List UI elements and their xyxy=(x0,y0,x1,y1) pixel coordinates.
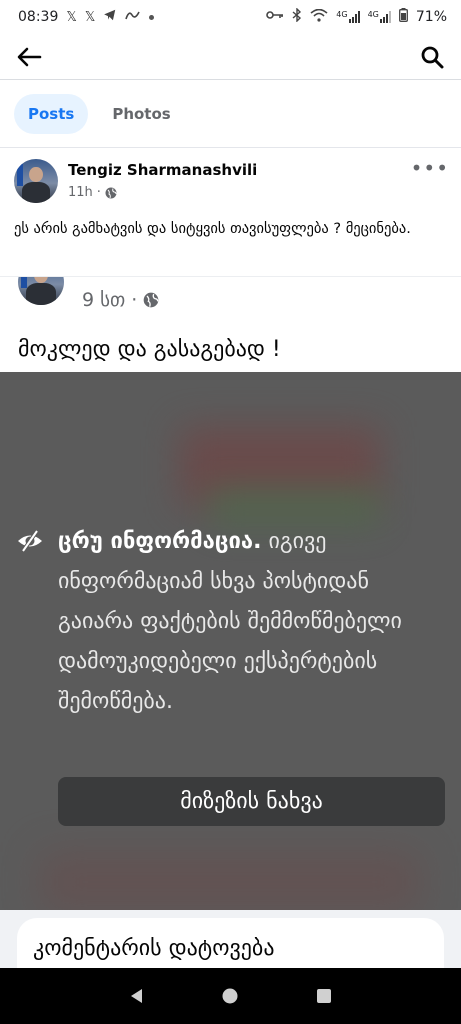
status-time: 08:39 xyxy=(18,9,59,25)
post-time[interactable]: 11h xyxy=(68,185,93,200)
separator-dot: · xyxy=(96,185,101,200)
false-information-overlay: ცრუ ინფორმაცია. იგივე ინფორმაციამ სხვა პ… xyxy=(0,372,461,910)
app-notification-icon xyxy=(125,9,141,25)
network-label: 4G xyxy=(367,10,379,19)
fact-check-body: იგივე ინფორმაციამ სხვა პოსტიდან გაიარა ფ… xyxy=(58,529,402,714)
nav-back-button[interactable] xyxy=(122,981,152,1011)
network-label: 4G xyxy=(336,10,348,19)
shared-post-text: მოკლედ და გასაგებად ! xyxy=(18,337,281,362)
globe-icon xyxy=(105,187,117,198)
shared-post-avatar[interactable] xyxy=(18,277,64,305)
arrow-left-icon xyxy=(17,47,42,66)
recents-square-icon xyxy=(317,989,332,1003)
status-bar: 08:39 𝕏 𝕏 4G 4G 71% xyxy=(0,0,461,34)
fact-check-message: ცრუ ინფორმაცია. იგივე ინფორმაციამ სხვა პ… xyxy=(58,522,448,722)
eye-off-icon xyxy=(18,529,42,553)
shared-post-meta: 9 სთ · xyxy=(82,289,159,311)
post-author[interactable]: Tengiz Sharmanashvili xyxy=(68,161,257,179)
battery-percent: 71% xyxy=(415,9,447,25)
avatar[interactable] xyxy=(14,159,58,203)
nav-home-button[interactable] xyxy=(215,981,245,1011)
blurred-image-part xyxy=(210,487,380,527)
wifi-icon xyxy=(310,8,328,26)
x-icon: 𝕏 xyxy=(66,9,77,25)
see-why-button[interactable]: მიზეზის ნახვა xyxy=(58,777,445,826)
tab-posts[interactable]: Posts xyxy=(14,93,89,134)
home-circle-icon xyxy=(222,988,238,1004)
x-icon-2: 𝕏 xyxy=(84,9,96,25)
status-bar-left: 08:39 𝕏 𝕏 xyxy=(18,8,155,26)
search-icon xyxy=(421,46,444,68)
post: Tengiz Sharmanashvili 11h · ••• ეს არის … xyxy=(0,149,461,275)
profile-tabs: Posts Photos xyxy=(0,80,461,148)
tab-photos[interactable]: Photos xyxy=(98,94,184,134)
back-triangle-icon xyxy=(130,989,142,1003)
more-notifications-dot xyxy=(149,14,155,20)
app-bar xyxy=(0,34,461,80)
telegram-icon xyxy=(103,8,117,26)
fact-check-title: ცრუ ინფორმაცია. xyxy=(58,529,262,554)
back-button[interactable] xyxy=(14,42,44,72)
shared-post: 9 სთ · მოკლედ და გასაგებად ! xyxy=(0,276,461,372)
key-icon xyxy=(266,9,284,25)
post-text: ეს არის გამხატვის და სიტყვის თავისუფლება… xyxy=(14,221,411,237)
signal-icon-2: 4G xyxy=(368,11,391,23)
nav-recents-button[interactable] xyxy=(309,981,339,1011)
status-bar-right: 4G 4G 71% xyxy=(266,7,447,26)
bluetooth-icon xyxy=(292,7,302,26)
separator-dot: · xyxy=(131,289,138,311)
battery-icon xyxy=(398,8,408,26)
signal-icon-1: 4G xyxy=(336,10,360,23)
search-button[interactable] xyxy=(417,42,447,72)
shared-post-time[interactable]: 9 სთ xyxy=(82,289,125,311)
blurred-image-part xyxy=(40,852,420,910)
post-meta: 11h · xyxy=(68,185,117,200)
comment-area: კომენტარის დატოვება xyxy=(0,910,461,978)
more-options-button[interactable]: ••• xyxy=(411,158,449,178)
globe-icon xyxy=(143,292,159,308)
system-nav-bar xyxy=(0,968,461,1024)
